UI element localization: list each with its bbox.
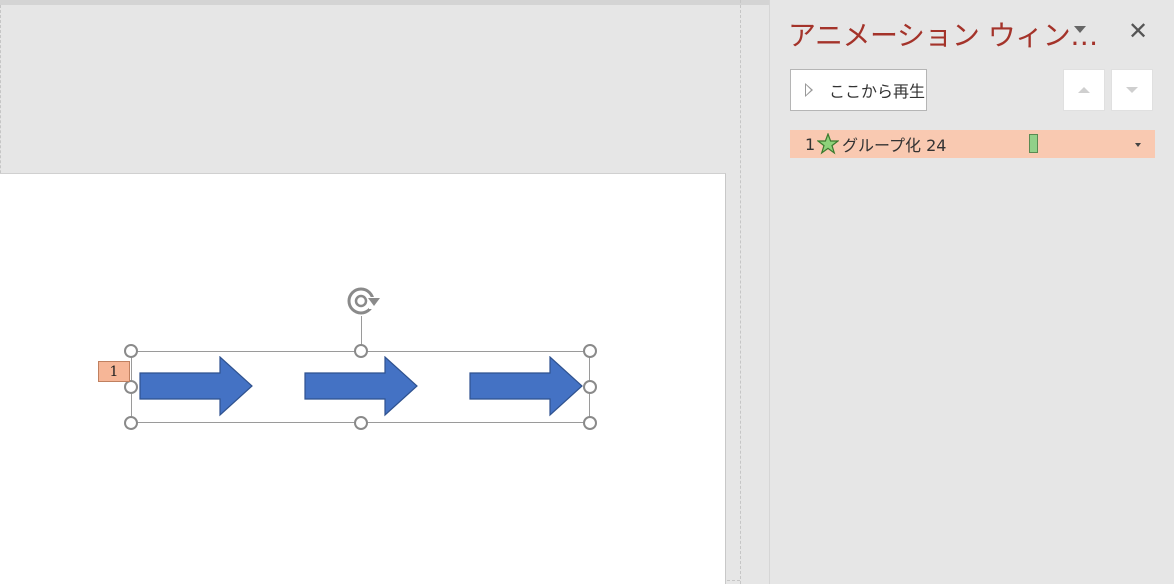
move-earlier-button[interactable] xyxy=(1063,69,1105,111)
resize-handle-bottom-right[interactable] xyxy=(583,416,597,430)
group-selection-box[interactable] xyxy=(131,351,590,423)
resize-handle-middle-right[interactable] xyxy=(583,380,597,394)
rotate-icon[interactable] xyxy=(344,284,382,318)
animation-list-item[interactable]: 1 グループ化 24 xyxy=(790,130,1155,158)
animation-pane: アニメーション ウィン… ✕ ここから再生 1 グループ化 24 xyxy=(769,0,1174,584)
play-from-here-button[interactable]: ここから再生 xyxy=(790,69,927,111)
play-icon xyxy=(805,83,813,97)
move-later-button[interactable] xyxy=(1111,69,1153,111)
animation-order-number: 1 xyxy=(805,134,816,154)
play-from-here-label: ここから再生 xyxy=(829,82,926,101)
pane-title: アニメーション ウィン… xyxy=(788,19,1098,52)
resize-handle-bottom-left[interactable] xyxy=(124,416,138,430)
chevron-up-icon xyxy=(1078,87,1090,93)
item-dropdown-icon[interactable] xyxy=(1135,143,1141,147)
resize-handle-bottom-center[interactable] xyxy=(354,416,368,430)
chevron-down-icon xyxy=(1126,87,1138,93)
resize-handle-top-center[interactable] xyxy=(354,344,368,358)
pane-options-dropdown-icon[interactable] xyxy=(1074,26,1086,33)
resize-handle-middle-left[interactable] xyxy=(124,380,138,394)
close-icon[interactable]: ✕ xyxy=(1128,17,1148,45)
animation-target-name: グループ化 24 xyxy=(842,136,947,155)
animation-order-tag[interactable]: 1 xyxy=(98,361,130,382)
resize-handle-top-right[interactable] xyxy=(583,344,597,358)
timeline-bar[interactable] xyxy=(1029,134,1038,153)
resize-handle-top-left[interactable] xyxy=(124,344,138,358)
canvas-boundary-right xyxy=(740,0,741,584)
star-icon xyxy=(817,133,839,155)
